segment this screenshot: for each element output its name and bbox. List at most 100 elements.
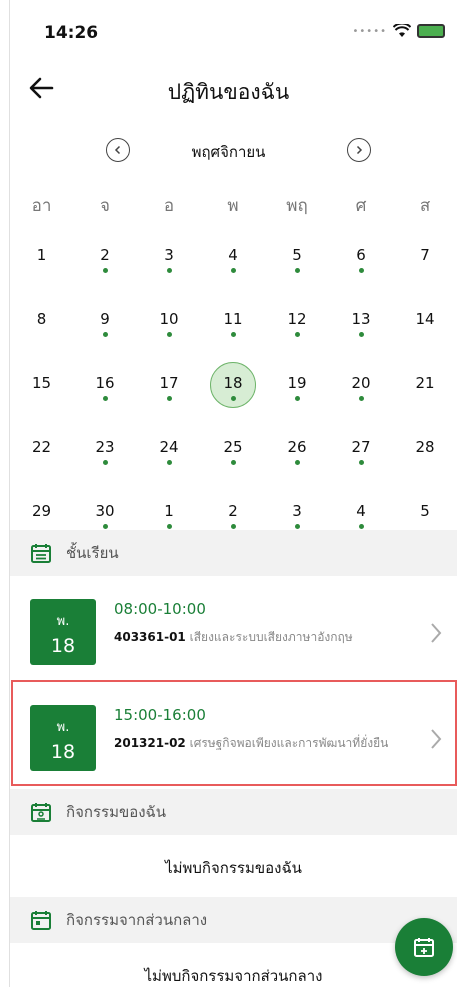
event-indicator-dot [102,268,108,273]
day-number: 29 [31,502,52,520]
class-code: 403361-01 [114,630,186,644]
day-number: 24 [159,438,179,456]
calendar-grid: 1 2 3 4 5 6 7 8 9 10 11 12 13 14 15 16 17 18 19 20 21 22 23 24 2… [10,234,457,554]
section-label: กิจกรรมของฉัน [66,803,167,821]
day-number: 26 [287,438,307,456]
empty-central-activities: ไม่พบกิจกรรมจากส่วนกลาง [144,967,323,985]
day-number: 4 [356,502,366,520]
calendar-week-row: 22 23 24 25 26 27 28 [10,426,457,490]
calendar-day-icon [31,911,51,930]
calendar-day[interactable]: 12 [265,298,329,362]
calendar-day[interactable]: 13 [329,298,393,362]
navigation-bar: ปฏิทินของฉัน [0,62,457,114]
calendar-day[interactable]: 24 [137,426,201,490]
calendar-day[interactable]: 7 [393,234,457,298]
day-number: 16 [95,374,115,392]
weekday-label: อา [31,196,52,216]
calendar-day[interactable]: 3 [137,234,201,298]
calendar-day[interactable]: 6 [329,234,393,298]
weekday-label: อ [163,196,175,216]
next-month-button[interactable] [347,138,371,162]
calendar-day[interactable]: 4 [201,234,265,298]
calendar-day[interactable]: 2 [73,234,137,298]
event-indicator-dot [102,396,108,401]
event-indicator-dot [102,524,108,529]
day-number: 25 [223,438,243,456]
calendar-day[interactable]: 9 [73,298,137,362]
day-number: 2 [100,246,110,264]
section-header-central-activities: กิจกรรมจากส่วนกลาง [10,897,457,943]
event-indicator-dot [294,396,300,401]
day-number: 30 [95,502,115,520]
class-card[interactable]: พ. 18 15:00-16:00 201321-02 เศรษฐกิจพอเพ… [10,688,457,798]
event-indicator-dot [166,268,172,273]
calendar-day-selected[interactable]: 18 [201,362,265,426]
section-header-classes: ชั้นเรียน [10,530,457,576]
calendar-day[interactable]: 26 [265,426,329,490]
day-number: 2 [228,502,238,520]
class-time: 08:00-10:00 [114,600,206,618]
event-indicator-dot [102,332,108,337]
weekday-label: พ [227,196,239,216]
class-weekday: พ. [56,720,70,735]
day-number: 1 [164,502,174,520]
class-name: เศรษฐกิจพอเพียงและการพัฒนาที่ยั่งยืน [189,736,389,750]
calendar-week-row: 1 2 3 4 5 6 7 [10,234,457,298]
calendar-day[interactable]: 17 [137,362,201,426]
calendar-day[interactable]: 15 [10,362,73,426]
event-indicator-dot [230,460,236,465]
calendar-day[interactable]: 25 [201,426,265,490]
calendar-day[interactable]: 16 [73,362,137,426]
wifi-icon [393,24,411,37]
calendar-day[interactable]: 5 [265,234,329,298]
add-activity-button[interactable] [395,918,453,976]
day-number: 21 [415,374,435,392]
class-time: 15:00-16:00 [114,706,206,724]
calendar-add-icon [414,938,434,957]
event-indicator-dot [166,332,172,337]
weekday-label: ส [419,196,431,216]
calendar-day[interactable]: 23 [73,426,137,490]
calendar-day[interactable]: 28 [393,426,457,490]
class-card[interactable]: พ. 18 08:00-10:00 403361-01 เสียงและระบบ… [10,582,457,692]
event-indicator-dot [294,332,300,337]
calendar-day[interactable]: 11 [201,298,265,362]
class-info: 403361-01 เสียงและระบบเสียงภาษาอังกฤษ [114,628,404,646]
calendar-day[interactable]: 20 [329,362,393,426]
calendar-day[interactable]: 14 [393,298,457,362]
day-number: 11 [223,310,243,328]
day-number: 20 [351,374,371,392]
class-weekday: พ. [56,614,70,629]
weekday-label: จ [100,196,110,216]
day-number: 19 [287,374,307,392]
month-label: พฤศจิกายน [191,143,266,161]
weekday-label: ศ [355,196,367,216]
calendar-day[interactable]: 10 [137,298,201,362]
event-indicator-dot [230,396,236,401]
battery-icon [417,24,445,38]
event-indicator-dot [166,396,172,401]
calendar-day[interactable]: 19 [265,362,329,426]
event-indicator-dot [358,460,364,465]
day-number: 1 [36,246,47,264]
section-label: ชั้นเรียน [66,544,119,562]
chevron-right-icon [431,729,442,749]
class-date-badge: พ. 18 [30,599,96,665]
day-number: 12 [287,310,307,328]
event-indicator-dot [358,332,364,337]
calendar-week-row: 8 9 10 11 12 13 14 [10,298,457,362]
event-indicator-dot [294,460,300,465]
calendar-day[interactable]: 8 [10,298,73,362]
event-indicator-dot [102,460,108,465]
day-number: 22 [31,438,52,456]
class-date: 18 [50,741,76,763]
day-number: 15 [31,374,52,392]
status-time: 14:26 [44,23,99,43]
calendar-day[interactable]: 22 [10,426,73,490]
event-indicator-dot [294,268,300,273]
calendar-day[interactable]: 27 [329,426,393,490]
signal-dots-icon: ••••• [352,25,387,37]
calendar-day[interactable]: 21 [393,362,457,426]
calendar-day[interactable]: 1 [10,234,73,298]
day-number: 3 [292,502,302,520]
